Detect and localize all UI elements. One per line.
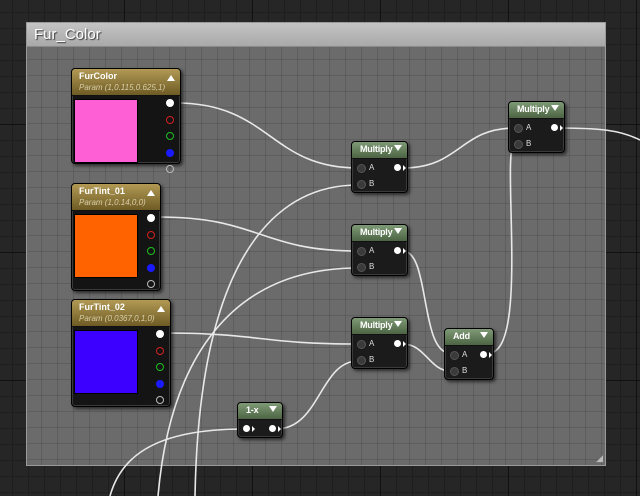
pin-label-a: A <box>369 246 375 255</box>
output-pin-g-icon[interactable] <box>156 363 164 371</box>
output-arrow-icon <box>278 426 281 432</box>
output-pin-r-icon[interactable] <box>166 116 174 124</box>
multiply-node-top[interactable]: Multiply A B <box>508 101 565 153</box>
output-pin-rgb-icon[interactable] <box>166 99 174 107</box>
node-title: Multiply <box>360 227 393 237</box>
output-pin-icon[interactable] <box>394 164 401 171</box>
output-pin-icon[interactable] <box>551 124 558 131</box>
input-pin-b-icon[interactable] <box>514 140 523 149</box>
output-arrow-icon <box>403 248 406 254</box>
input-pin-b-icon[interactable] <box>357 263 366 272</box>
pin-label-a: A <box>462 350 468 359</box>
resize-grip-icon[interactable]: ◢ <box>593 453 603 463</box>
node-title: Multiply <box>360 144 393 154</box>
output-pin-a-icon[interactable] <box>147 280 155 288</box>
output-arrow-icon <box>560 125 563 131</box>
pin-label-b: B <box>369 355 375 364</box>
multiply-node-1[interactable]: Multiply A B <box>351 141 408 193</box>
param-subtitle: Param (0.0367,0,1,0) <box>79 314 155 323</box>
color-swatch <box>74 330 138 394</box>
pin-label-a: A <box>369 163 375 172</box>
output-pin-b-icon[interactable] <box>166 149 174 157</box>
output-arrow-icon <box>403 341 406 347</box>
param-node-furtint01[interactable]: FurTint_01 Param (1,0.14,0,0) <box>71 183 161 291</box>
output-pin-a-icon[interactable] <box>156 396 164 404</box>
node-title: Add <box>453 331 470 341</box>
input-pin-a-icon[interactable] <box>514 124 523 133</box>
param-node-furtint02[interactable]: FurTint_02 Param (0.0367,0,1,0) <box>71 299 171 407</box>
input-pin-a-icon[interactable] <box>357 164 366 173</box>
output-pin-b-icon[interactable] <box>156 380 164 388</box>
one-minus-node[interactable]: 1-x <box>237 402 283 438</box>
collapse-icon[interactable] <box>167 75 175 81</box>
pin-label-a: A <box>526 123 532 132</box>
collapse-icon[interactable] <box>157 306 165 312</box>
input-pin-b-icon[interactable] <box>357 180 366 189</box>
multiply-node-2[interactable]: Multiply A B <box>351 224 408 276</box>
pin-label-b: B <box>369 179 375 188</box>
output-pin-b-icon[interactable] <box>147 264 155 272</box>
output-pin-r-icon[interactable] <box>147 231 155 239</box>
output-pin-rgb-icon[interactable] <box>147 214 155 222</box>
param-title: FurTint_02 <box>79 302 125 312</box>
output-pin-r-icon[interactable] <box>156 347 164 355</box>
node-title: Multiply <box>517 104 550 114</box>
pin-label-b: B <box>462 366 468 375</box>
param-title: FurTint_01 <box>79 186 125 196</box>
pin-label-a: A <box>369 339 375 348</box>
comment-title-bar[interactable]: Fur_Color <box>27 23 605 47</box>
param-subtitle: Param (1,0.14,0,0) <box>79 198 146 207</box>
node-title: Multiply <box>360 320 393 330</box>
expand-icon[interactable] <box>551 105 559 111</box>
output-arrow-icon <box>403 165 406 171</box>
pin-label-b: B <box>526 139 532 148</box>
expand-icon[interactable] <box>394 228 402 234</box>
comment-title: Fur_Color <box>34 26 101 43</box>
output-pin-a-icon[interactable] <box>166 165 174 173</box>
output-pin-icon[interactable] <box>269 425 276 432</box>
input-arrow-icon <box>252 426 255 432</box>
input-pin-b-icon[interactable] <box>357 356 366 365</box>
output-arrow-icon <box>489 352 492 358</box>
param-subtitle: Param (1,0.115,0.625,1) <box>79 83 166 92</box>
collapse-icon[interactable] <box>147 190 155 196</box>
input-pin-a-icon[interactable] <box>357 247 366 256</box>
expand-icon[interactable] <box>269 406 277 412</box>
input-pin-a-icon[interactable] <box>450 351 459 360</box>
param-title: FurColor <box>79 71 117 81</box>
expand-icon[interactable] <box>394 145 402 151</box>
multiply-node-3[interactable]: Multiply A B <box>351 317 408 369</box>
add-node[interactable]: Add A B <box>444 328 494 380</box>
input-pin-a-icon[interactable] <box>357 340 366 349</box>
param-node-furcolor[interactable]: FurColor Param (1,0.115,0.625,1) <box>71 68 181 173</box>
output-pin-icon[interactable] <box>480 351 487 358</box>
input-pin-b-icon[interactable] <box>450 367 459 376</box>
color-swatch <box>74 99 138 163</box>
node-title: 1-x <box>246 405 259 415</box>
output-pin-g-icon[interactable] <box>147 247 155 255</box>
output-pin-rgb-icon[interactable] <box>156 330 164 338</box>
pin-label-b: B <box>369 262 375 271</box>
color-swatch <box>74 214 138 278</box>
output-pin-g-icon[interactable] <box>166 132 174 140</box>
expand-icon[interactable] <box>480 332 488 338</box>
expand-icon[interactable] <box>394 321 402 327</box>
input-pin-icon[interactable] <box>243 425 250 432</box>
output-pin-icon[interactable] <box>394 340 401 347</box>
output-pin-icon[interactable] <box>394 247 401 254</box>
